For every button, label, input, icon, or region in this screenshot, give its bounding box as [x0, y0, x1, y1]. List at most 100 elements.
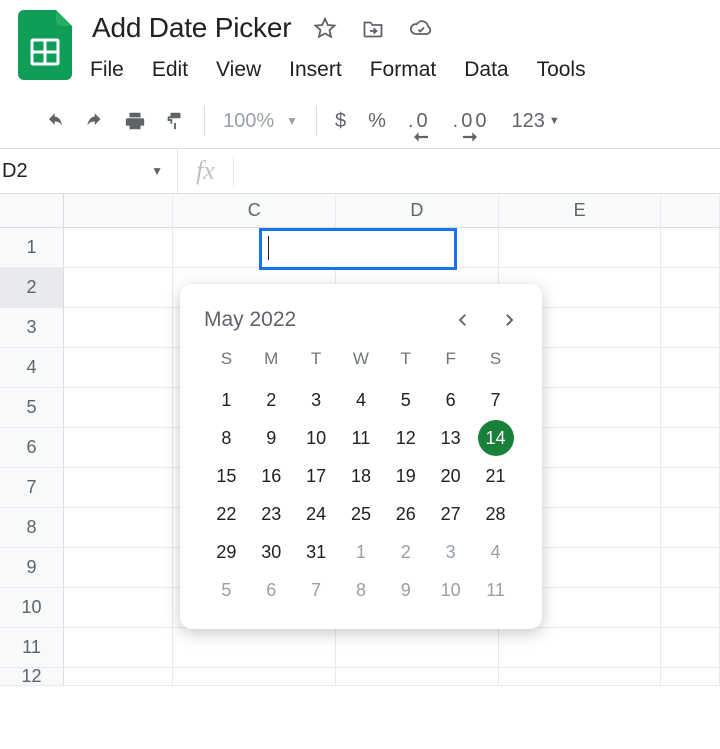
menu-tools[interactable]: Tools — [537, 58, 586, 82]
format-currency-button[interactable]: $ — [335, 110, 346, 133]
cell[interactable] — [336, 628, 499, 668]
cell[interactable] — [661, 308, 720, 348]
row-header-1[interactable]: 1 — [0, 228, 64, 268]
datepicker-day[interactable]: 6 — [428, 381, 473, 419]
datepicker-day[interactable]: 14 — [473, 419, 518, 457]
row-header-7[interactable]: 7 — [0, 468, 64, 508]
datepicker-day[interactable]: 10 — [294, 419, 339, 457]
datepicker-day[interactable]: 2 — [249, 381, 294, 419]
datepicker-day[interactable]: 23 — [249, 495, 294, 533]
datepicker-day[interactable]: 4 — [339, 381, 384, 419]
datepicker-day[interactable]: 16 — [249, 457, 294, 495]
datepicker-day[interactable]: 11 — [473, 571, 518, 609]
column-header[interactable] — [64, 194, 173, 228]
column-header[interactable] — [661, 194, 720, 228]
datepicker-day[interactable]: 20 — [428, 457, 473, 495]
datepicker-next-button[interactable] — [500, 311, 518, 329]
cell[interactable] — [64, 628, 173, 668]
cell[interactable] — [661, 668, 720, 686]
name-box[interactable]: D2 ▼ — [0, 149, 178, 193]
redo-button[interactable] — [84, 110, 106, 132]
datepicker-day[interactable]: 4 — [473, 533, 518, 571]
more-formats-button[interactable]: 123 ▼ — [511, 110, 559, 133]
cell[interactable] — [661, 228, 720, 268]
menu-edit[interactable]: Edit — [152, 58, 188, 82]
cell[interactable] — [661, 508, 720, 548]
datepicker-day[interactable]: 29 — [204, 533, 249, 571]
sheets-logo-icon[interactable] — [18, 10, 72, 80]
row-header-2[interactable]: 2 — [0, 268, 64, 308]
datepicker-day[interactable]: 30 — [249, 533, 294, 571]
row-header-3[interactable]: 3 — [0, 308, 64, 348]
paint-format-button[interactable] — [164, 110, 186, 132]
print-button[interactable] — [124, 110, 146, 132]
cell[interactable] — [499, 668, 662, 686]
menu-insert[interactable]: Insert — [289, 58, 342, 82]
datepicker-day[interactable]: 9 — [249, 419, 294, 457]
doc-title[interactable]: Add Date Picker — [88, 10, 295, 46]
cell[interactable] — [64, 588, 173, 628]
cell[interactable] — [661, 388, 720, 428]
formula-input[interactable] — [234, 149, 720, 193]
cell[interactable] — [499, 228, 662, 268]
datepicker-day[interactable]: 31 — [294, 533, 339, 571]
datepicker-day[interactable]: 12 — [383, 419, 428, 457]
undo-button[interactable] — [44, 110, 66, 132]
cell[interactable] — [64, 348, 173, 388]
datepicker-day[interactable]: 3 — [428, 533, 473, 571]
datepicker-day[interactable]: 7 — [294, 571, 339, 609]
datepicker-day[interactable]: 15 — [204, 457, 249, 495]
cloud-status-icon[interactable] — [409, 16, 433, 40]
zoom-select[interactable]: 100% ▼ — [223, 110, 298, 133]
datepicker-day[interactable]: 13 — [428, 419, 473, 457]
datepicker-day[interactable]: 18 — [339, 457, 384, 495]
move-icon[interactable] — [361, 16, 385, 40]
cell[interactable] — [64, 308, 173, 348]
row-header-11[interactable]: 11 — [0, 628, 64, 668]
cell[interactable] — [64, 668, 173, 686]
cell[interactable] — [173, 668, 336, 686]
cell[interactable] — [64, 508, 173, 548]
cell[interactable] — [64, 268, 173, 308]
star-icon[interactable] — [313, 16, 337, 40]
format-percent-button[interactable]: % — [368, 110, 386, 133]
cell[interactable] — [661, 348, 720, 388]
datepicker-day[interactable]: 7 — [473, 381, 518, 419]
decrease-decimal-button[interactable]: .0 — [408, 110, 431, 133]
cell[interactable] — [64, 548, 173, 588]
row-header-6[interactable]: 6 — [0, 428, 64, 468]
datepicker-day[interactable]: 5 — [204, 571, 249, 609]
menu-file[interactable]: File — [90, 58, 124, 82]
select-all-corner[interactable] — [0, 194, 64, 228]
cell[interactable] — [64, 428, 173, 468]
datepicker-day[interactable]: 3 — [294, 381, 339, 419]
cell[interactable] — [64, 228, 173, 268]
row-header-8[interactable]: 8 — [0, 508, 64, 548]
datepicker-day[interactable]: 22 — [204, 495, 249, 533]
datepicker-day[interactable]: 11 — [339, 419, 384, 457]
cell[interactable] — [64, 388, 173, 428]
cell[interactable] — [661, 428, 720, 468]
datepicker-day[interactable]: 5 — [383, 381, 428, 419]
active-cell[interactable] — [259, 228, 457, 270]
datepicker-day[interactable]: 21 — [473, 457, 518, 495]
column-header-E[interactable]: E — [499, 194, 662, 228]
row-header-12[interactable]: 12 — [0, 668, 64, 686]
cell[interactable] — [336, 668, 499, 686]
column-header-D[interactable]: D — [336, 194, 499, 228]
menu-view[interactable]: View — [216, 58, 261, 82]
menu-format[interactable]: Format — [370, 58, 437, 82]
cell[interactable] — [661, 628, 720, 668]
menu-data[interactable]: Data — [464, 58, 508, 82]
increase-decimal-button[interactable]: .00 — [453, 110, 490, 133]
datepicker-day[interactable]: 19 — [383, 457, 428, 495]
datepicker-day[interactable]: 2 — [383, 533, 428, 571]
datepicker-day[interactable]: 8 — [339, 571, 384, 609]
datepicker-day[interactable]: 10 — [428, 571, 473, 609]
datepicker-day[interactable]: 17 — [294, 457, 339, 495]
cell[interactable] — [499, 628, 662, 668]
cell[interactable] — [64, 468, 173, 508]
cell[interactable] — [661, 468, 720, 508]
datepicker-day[interactable]: 9 — [383, 571, 428, 609]
datepicker-day[interactable]: 6 — [249, 571, 294, 609]
